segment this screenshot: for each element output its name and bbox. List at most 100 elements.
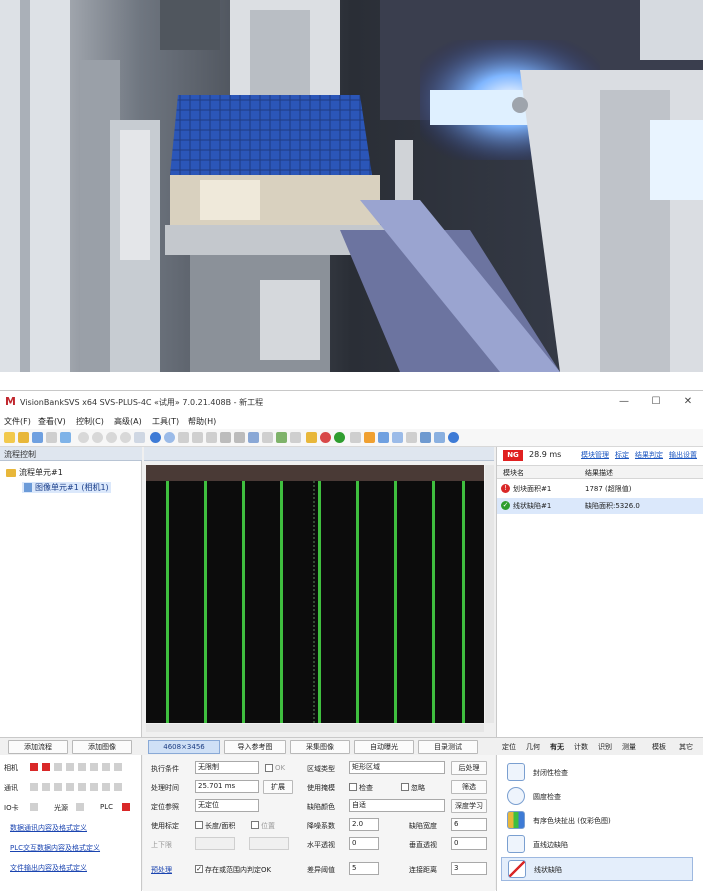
user-icon[interactable] [406, 432, 417, 443]
drop-coef-field[interactable]: 2.0 [349, 818, 379, 831]
tab-template[interactable]: 模板 [652, 742, 666, 752]
zoom-actual-icon[interactable] [120, 432, 131, 443]
tool-closure[interactable]: 封闭性检查 [501, 761, 691, 783]
tool-icon[interactable] [206, 432, 217, 443]
pre-process-link[interactable]: 预处理 [151, 865, 172, 875]
chart-icon[interactable] [306, 432, 317, 443]
exec-cond-select[interactable]: 无限制 [195, 761, 259, 774]
tab-locate[interactable]: 定位 [502, 742, 516, 752]
table-row[interactable]: ✓ 线状缺陷#1 缺陷面积:5326.0 [497, 498, 703, 514]
save-icon[interactable] [32, 432, 43, 443]
mask-ignore-checkbox[interactable] [401, 783, 409, 791]
capture-button[interactable]: 采集图像 [290, 740, 350, 754]
info-icon[interactable] [448, 432, 459, 443]
step-icon[interactable] [164, 432, 175, 443]
maximize-button[interactable]: ☐ [642, 394, 670, 410]
tool-roundness[interactable]: 圆度检查 [501, 785, 691, 807]
tab-measure[interactable]: 测量 [622, 742, 636, 752]
tab-geometry[interactable]: 几何 [526, 742, 540, 752]
menu-tools[interactable]: 工具(T) [152, 416, 179, 427]
ok-checkbox[interactable] [265, 764, 273, 772]
database-icon[interactable] [420, 432, 431, 443]
hthresh-field[interactable]: 0 [349, 837, 379, 850]
menu-help[interactable]: 帮助(H) [188, 416, 216, 427]
image-vertical-scrollbar[interactable] [485, 465, 494, 723]
table-row[interactable]: ! 划块面积#1 1787 (超限值) [497, 481, 703, 497]
resolution-badge[interactable]: 4608×3456 [148, 740, 220, 754]
calib-length-checkbox[interactable] [195, 821, 203, 829]
camera-status-label: 相机 [4, 764, 18, 772]
expand-button[interactable]: 扩展 [263, 780, 293, 794]
file-format-link[interactable]: 文件输出内容及格式定义 [10, 863, 87, 873]
menu-control[interactable]: 控制(C) [76, 416, 104, 427]
menu-advanced[interactable]: 高级(A) [114, 416, 142, 427]
tree-root[interactable]: 流程单元#1 [6, 467, 63, 478]
zoom-in-icon[interactable] [78, 432, 89, 443]
vthresh-field[interactable]: 0 [451, 837, 487, 850]
camera-icon[interactable] [220, 432, 231, 443]
stop-icon[interactable] [178, 432, 189, 443]
post-process-button[interactable]: 后处理 [451, 761, 487, 775]
tool-line-defect[interactable]: 线状缺陷 [501, 857, 693, 881]
thresh-field[interactable]: 5 [349, 862, 379, 875]
add-flow-button[interactable]: 添加流程 [8, 740, 68, 754]
draw-in-range-checkbox[interactable]: ✓ [195, 865, 203, 873]
ok-icon[interactable] [334, 432, 345, 443]
exec-cond-label: 执行条件 [151, 765, 179, 773]
io-icon[interactable] [290, 432, 301, 443]
run-icon[interactable] [150, 432, 161, 443]
gear-icon[interactable] [434, 432, 445, 443]
comm-format-link[interactable]: 数据通讯内容及格式定义 [10, 823, 87, 833]
menu-view[interactable]: 查看(V) [38, 416, 66, 427]
mask-check-checkbox[interactable] [349, 783, 357, 791]
auto-exposure-button[interactable]: 自动曝光 [354, 740, 414, 754]
calc-icon[interactable] [276, 432, 287, 443]
close-button[interactable]: ✕ [674, 394, 702, 410]
open-icon[interactable] [18, 432, 29, 443]
tree-child[interactable]: 图像单元#1 (相机1) [22, 482, 111, 493]
code-icon[interactable] [248, 432, 259, 443]
layout-icon[interactable] [192, 432, 203, 443]
plc-format-link[interactable]: PLC交互数据内容及格式定义 [10, 843, 100, 853]
tab-other[interactable]: 其它 [679, 742, 693, 752]
export-icon[interactable] [392, 432, 403, 443]
network-icon[interactable] [378, 432, 389, 443]
time-field[interactable]: 25.701 ms [195, 780, 259, 793]
machine-photo-drawing [0, 0, 703, 372]
deep-learning-button[interactable]: 深度学习 [451, 799, 487, 813]
locate-ref-select[interactable]: 无定位 [195, 799, 259, 812]
calib-position-checkbox[interactable] [251, 821, 259, 829]
tab-recognize[interactable]: 识别 [598, 742, 612, 752]
link-output-settings[interactable]: 输出设置 [669, 451, 697, 459]
link-module-manage[interactable]: 模块管理 [581, 451, 609, 459]
tab-count[interactable]: 计数 [574, 742, 588, 752]
crosshair-icon[interactable] [134, 432, 145, 443]
minimize-button[interactable]: — [610, 394, 638, 410]
settings-icon[interactable] [234, 432, 245, 443]
report-icon[interactable] [262, 432, 273, 443]
region-type-select[interactable]: 矩形区域 [349, 761, 445, 774]
pin-icon[interactable] [320, 432, 331, 443]
tab-presence[interactable]: 有无 [550, 742, 564, 752]
link-result-judge[interactable]: 结果判定 [635, 451, 663, 459]
tool-line-edge[interactable]: 直线边缺陷 [501, 833, 691, 855]
grid-icon[interactable] [46, 432, 57, 443]
image-horizontal-scrollbar[interactable] [146, 724, 484, 732]
tool-color-block[interactable]: 有序色块扯出 (仅彩色图) [501, 809, 691, 831]
conn-field[interactable]: 3 [451, 862, 487, 875]
dir-test-button[interactable]: 目录测试 [418, 740, 478, 754]
zoom-out-icon[interactable] [92, 432, 103, 443]
lock-icon[interactable] [350, 432, 361, 443]
filter-button[interactable]: 筛选 [451, 780, 487, 794]
new-icon[interactable] [4, 432, 15, 443]
light-icon[interactable] [364, 432, 375, 443]
defect-color-select[interactable]: 自适 [349, 799, 445, 812]
monitor-icon[interactable] [60, 432, 71, 443]
link-calibrate[interactable]: 标定 [615, 451, 629, 459]
menu-file[interactable]: 文件(F) [4, 416, 31, 427]
add-image-button[interactable]: 添加图像 [72, 740, 132, 754]
zoom-fit-icon[interactable] [106, 432, 117, 443]
defect-width-field[interactable]: 6 [451, 818, 487, 831]
inspection-image[interactable] [146, 465, 484, 723]
import-ref-button[interactable]: 导入参考图 [224, 740, 286, 754]
